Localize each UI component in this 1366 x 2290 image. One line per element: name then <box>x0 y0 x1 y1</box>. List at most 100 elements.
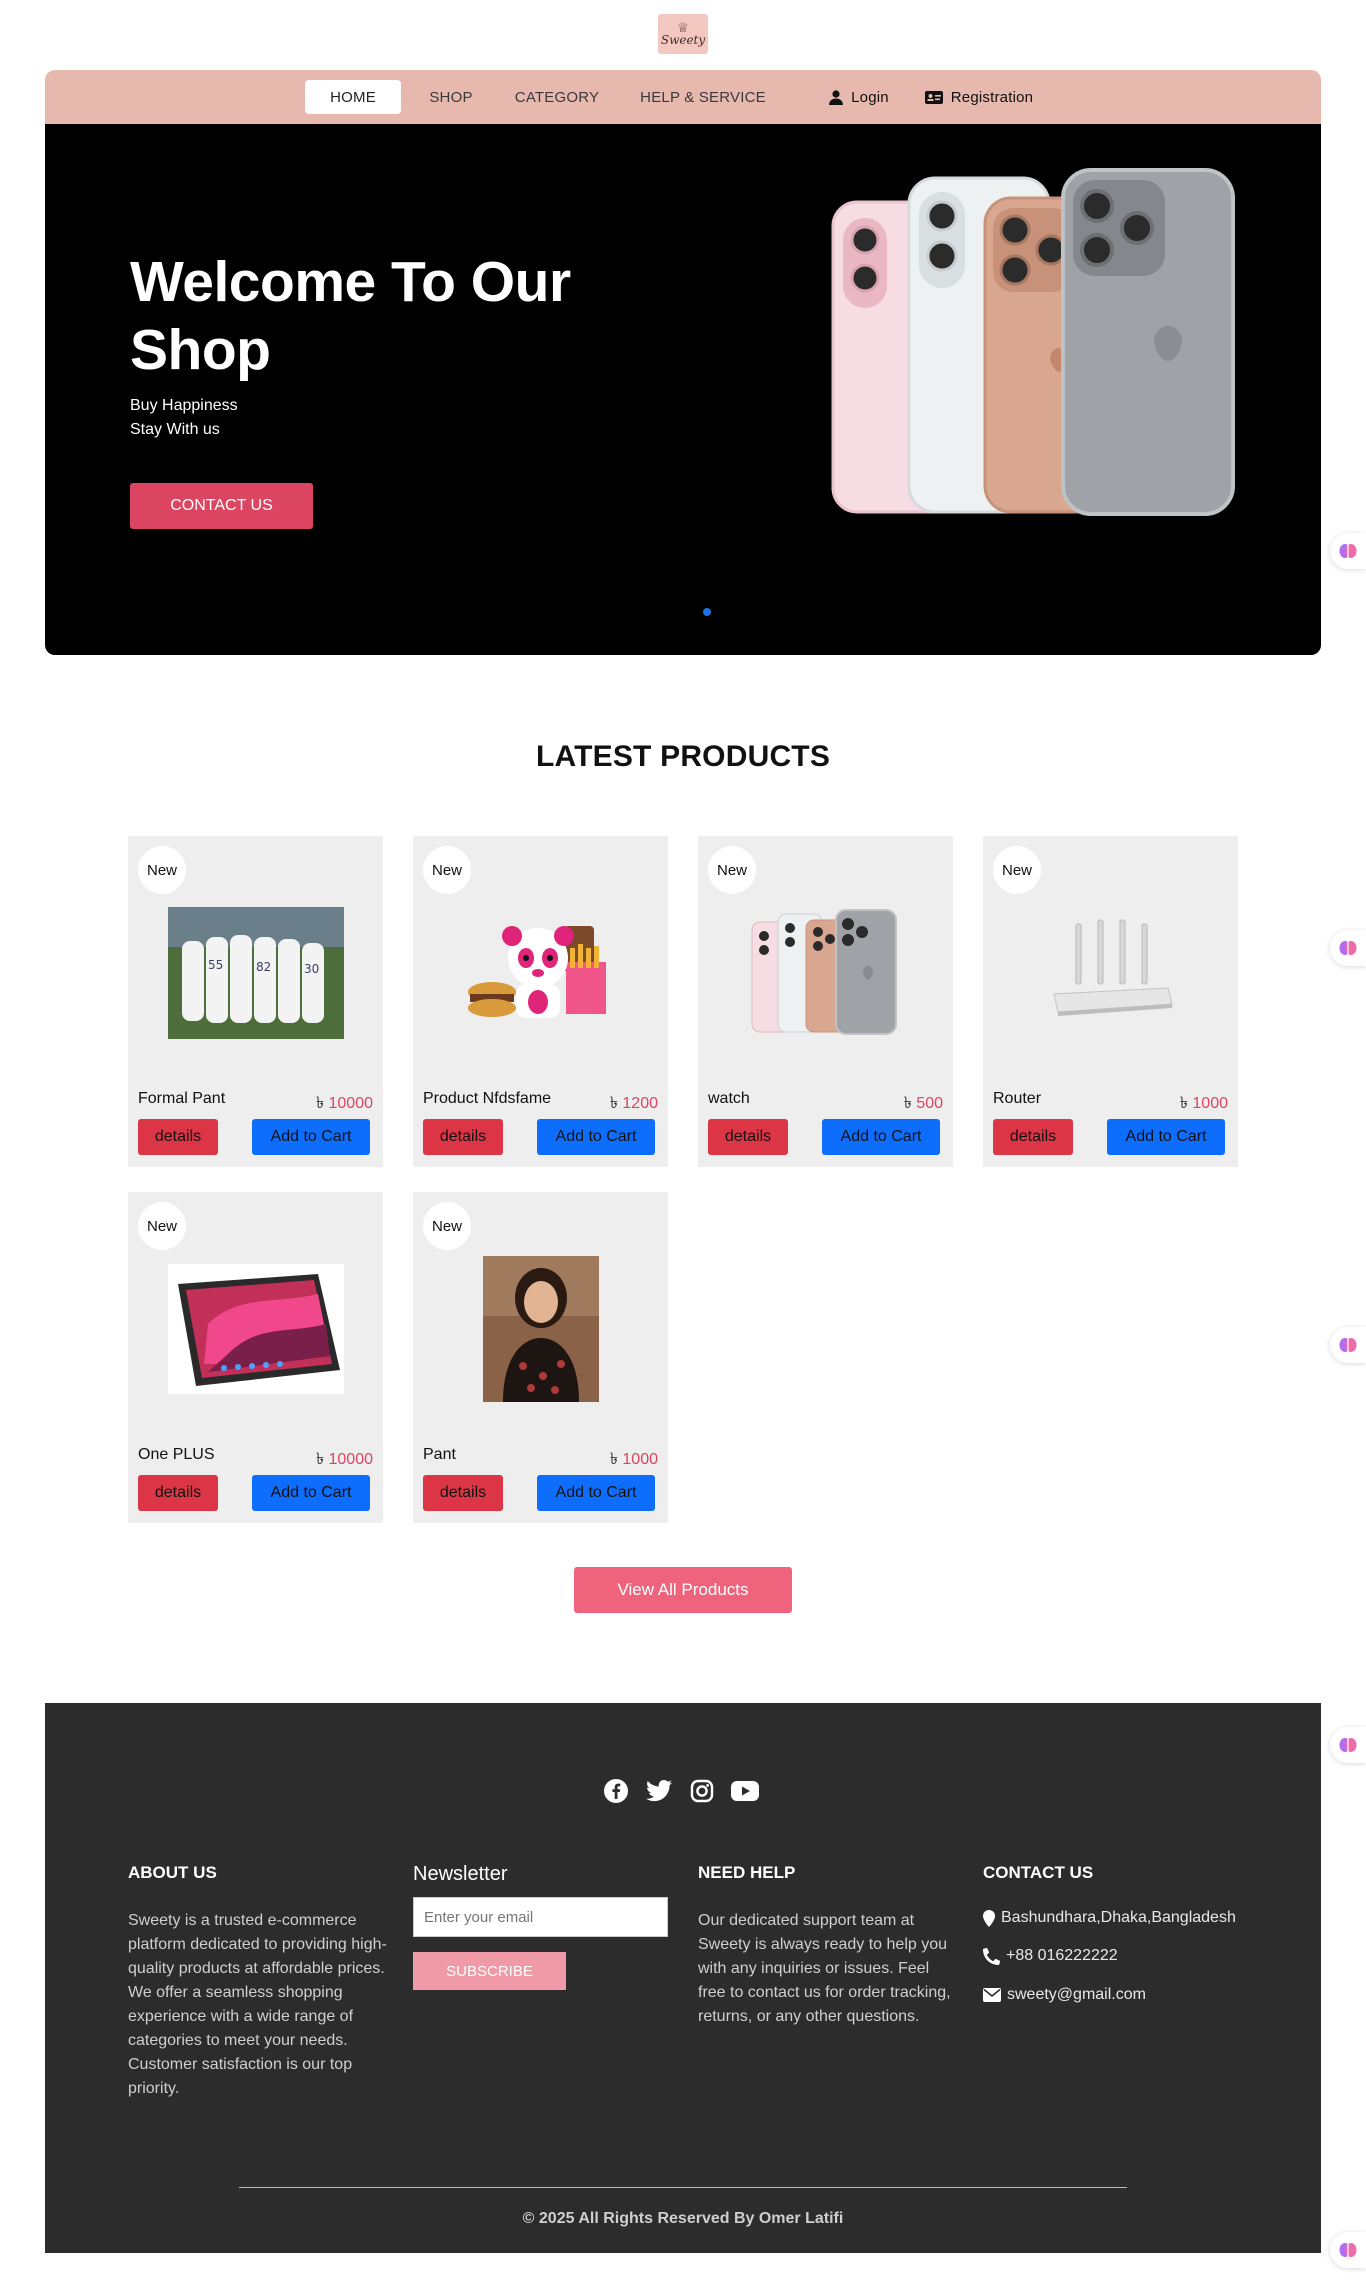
product-price: ৳ 10000 <box>316 1446 373 1473</box>
product-price: ৳ 500 <box>904 1090 943 1117</box>
new-badge: New <box>708 846 756 894</box>
product-card: New 55 82 30 Formal Pant ৳ 10000 details A… <box>128 836 383 1167</box>
product-image[interactable] <box>983 898 1238 1048</box>
facebook-icon[interactable] <box>602 1777 630 1805</box>
hero-phones-image <box>831 168 1235 516</box>
login-label: Login <box>851 88 889 106</box>
about-us-text: Sweety is a trusted e-commerce platform … <box>128 1912 387 2097</box>
nav-category[interactable]: CATEGORY <box>507 80 607 114</box>
price-value: 1000 <box>622 1451 658 1468</box>
address-text: Bashundhara,Dhaka,Bangladesh <box>1001 1909 1236 1926</box>
map-marker-icon <box>983 1909 995 1927</box>
product-price: ৳ 1000 <box>1180 1090 1228 1117</box>
product-name: watch <box>708 1090 750 1107</box>
nav-help-service[interactable]: HELP & SERVICE <box>635 80 771 114</box>
add-to-cart-button[interactable]: Add to Cart <box>822 1119 940 1155</box>
phone-icon <box>983 1947 1000 1965</box>
currency-symbol: ৳ <box>903 1095 912 1112</box>
add-to-cart-button[interactable]: Add to Cart <box>537 1119 655 1155</box>
svg-text:30: 30 <box>304 962 319 976</box>
contact-email: sweety@gmail.com <box>983 1986 1146 2004</box>
subscribe-button[interactable]: SUBSCRIBE <box>413 1952 566 1990</box>
hero-line-2: Stay With us <box>130 421 220 438</box>
price-value: 500 <box>916 1095 943 1112</box>
newsletter-title: Newsletter <box>413 1863 508 1885</box>
brain-widget-icon[interactable] <box>1330 1727 1366 1763</box>
nav-registration[interactable]: Registration <box>911 80 1047 114</box>
details-button[interactable]: details <box>423 1475 503 1511</box>
nav-shop[interactable]: SHOP <box>417 80 485 114</box>
contact-us-title: CONTACT US <box>983 1863 1094 1882</box>
price-value: 10000 <box>328 1095 374 1112</box>
svg-text:82: 82 <box>256 960 271 974</box>
currency-symbol: ৳ <box>316 1095 325 1112</box>
logo-text: Sweety <box>660 33 706 47</box>
details-button[interactable]: details <box>138 1119 218 1155</box>
main-navbar: HOME SHOP CATEGORY HELP & SERVICE Login … <box>45 70 1321 124</box>
instagram-icon[interactable] <box>688 1777 716 1805</box>
envelope-icon <box>983 1988 1001 2002</box>
brand-logo[interactable]: ♕ Sweety <box>658 14 708 54</box>
id-card-icon <box>924 90 943 104</box>
add-to-cart-button[interactable]: Add to Cart <box>252 1119 370 1155</box>
product-name: Product Nfdsfame <box>423 1090 552 1107</box>
about-us-title: ABOUT US <box>128 1863 217 1882</box>
price-value: 1200 <box>622 1095 658 1112</box>
product-card: New Router ৳ 1000 details Add to Cart <box>983 836 1238 1167</box>
hero-line-1: Buy Happiness <box>130 397 238 414</box>
brain-widget-icon[interactable] <box>1330 1327 1366 1363</box>
panda-food-photo <box>467 926 606 1018</box>
product-name: Formal Pant <box>138 1090 226 1107</box>
need-help-text: Our dedicated support team at Sweety is … <box>698 1912 951 2025</box>
hero-carousel: Welcome To Our Shop Buy Happiness Stay W… <box>45 124 1321 655</box>
product-image[interactable] <box>128 1254 383 1404</box>
product-image[interactable] <box>698 898 953 1048</box>
brain-widget-icon[interactable] <box>1330 533 1366 569</box>
product-image[interactable] <box>413 898 668 1048</box>
details-button[interactable]: details <box>138 1475 218 1511</box>
footer-divider <box>239 2187 1127 2188</box>
price-value: 10000 <box>328 1451 374 1468</box>
product-name: Router <box>993 1090 1042 1107</box>
add-to-cart-button[interactable]: Add to Cart <box>252 1475 370 1511</box>
email-text: sweety@gmail.com <box>1007 1986 1146 2003</box>
copyright-text: © 2025 All Rights Reserved By Omer Latif… <box>522 2210 844 2227</box>
currency-symbol: ৳ <box>1179 1095 1188 1112</box>
need-help-title: NEED HELP <box>698 1863 796 1882</box>
product-price: ৳ 10000 <box>316 1090 373 1117</box>
twitter-icon[interactable] <box>645 1777 673 1805</box>
latest-products-title: LATEST PRODUCTS <box>535 740 831 773</box>
currency-symbol: ৳ <box>609 1095 618 1112</box>
details-button[interactable]: details <box>423 1119 503 1155</box>
product-name: Pant <box>423 1446 456 1463</box>
contact-phone: +88 016222222 <box>983 1947 1118 1965</box>
brain-widget-icon[interactable] <box>1330 2232 1366 2268</box>
tablet-photo <box>167 1264 344 1394</box>
user-icon <box>829 89 844 105</box>
view-all-products-button[interactable]: View All Products <box>574 1567 792 1613</box>
product-image[interactable]: 55 82 30 <box>128 898 383 1048</box>
product-card: New watch ৳ 500 details Add to Cart <box>698 836 953 1167</box>
youtube-icon[interactable] <box>731 1777 759 1805</box>
contact-us-button[interactable]: CONTACT US <box>130 483 313 529</box>
newsletter-email-input[interactable] <box>413 1897 668 1937</box>
product-image[interactable] <box>413 1254 668 1404</box>
hero-title: Welcome To Our Shop <box>130 250 571 382</box>
cricket-team-photo: 55 82 30 <box>167 907 344 1039</box>
new-badge: New <box>423 846 471 894</box>
new-badge: New <box>423 1202 471 1250</box>
carousel-indicator[interactable] <box>703 608 711 616</box>
product-name: One PLUS <box>138 1446 215 1463</box>
product-card: New Pant ৳ 1000 details Add to Cart <box>413 1192 668 1523</box>
details-button[interactable]: details <box>993 1119 1073 1155</box>
brain-widget-icon[interactable] <box>1330 930 1366 966</box>
details-button[interactable]: details <box>708 1119 788 1155</box>
add-to-cart-button[interactable]: Add to Cart <box>537 1475 655 1511</box>
new-badge: New <box>138 846 186 894</box>
add-to-cart-button[interactable]: Add to Cart <box>1107 1119 1225 1155</box>
new-badge: New <box>138 1202 186 1250</box>
nav-login[interactable]: Login <box>819 80 899 114</box>
nav-home[interactable]: HOME <box>305 80 401 114</box>
svg-text:55: 55 <box>208 958 223 972</box>
product-card: New One PLUS ৳ 10000 details Add to Cart <box>128 1192 383 1523</box>
